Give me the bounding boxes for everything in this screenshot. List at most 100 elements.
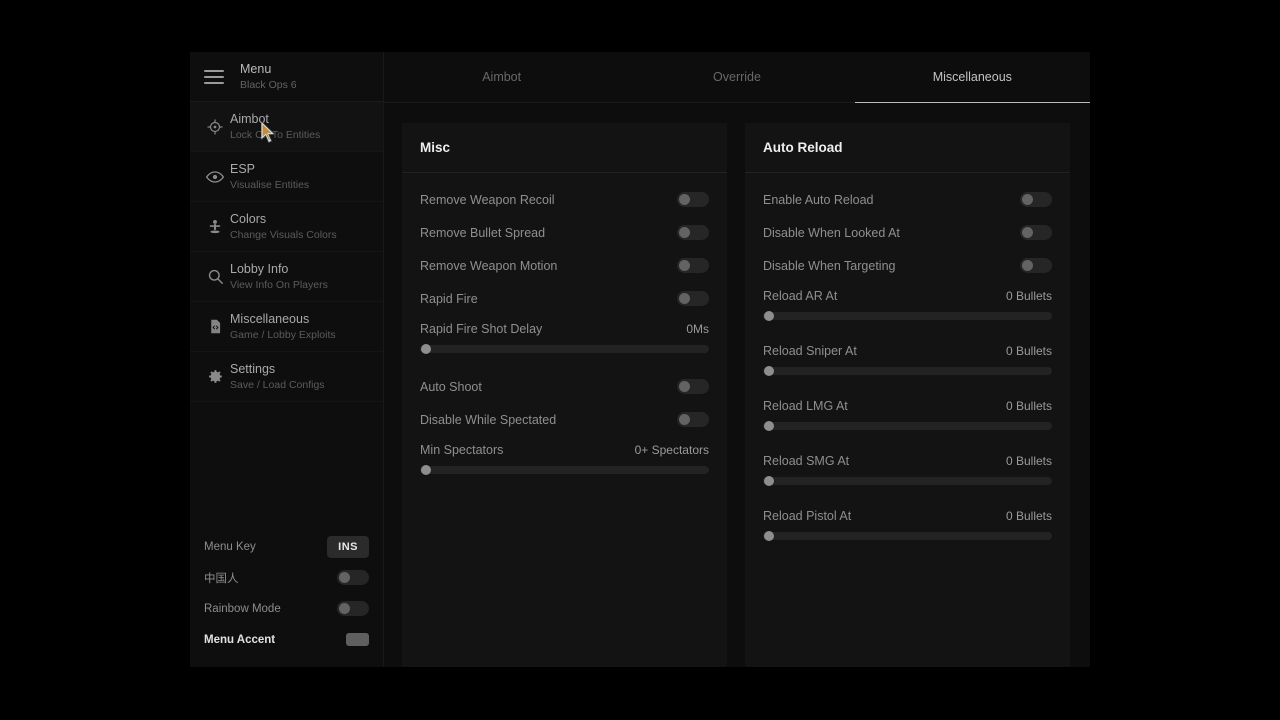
rapid-fire-toggle[interactable]	[677, 291, 709, 306]
tab-aimbot[interactable]: Aimbot	[384, 52, 619, 102]
card-body: Remove Weapon Recoil Remove Bullet Sprea…	[402, 173, 727, 667]
slider-head: Min Spectators 0+ Spectators	[420, 443, 709, 457]
reload-pistol-at-slider[interactable]	[763, 531, 1052, 541]
sidebar-item-sublabel: Visualise Entities	[230, 178, 310, 191]
row-label: Rapid Fire Shot Delay	[420, 322, 543, 336]
sidebar-item-texts: Aimbot Lock On To Entities	[230, 112, 320, 140]
rapid-fire-shot-delay-slider[interactable]	[420, 344, 709, 354]
slider-knob[interactable]	[764, 476, 774, 486]
sidebar-item-aimbot[interactable]: Aimbot Lock On To Entities	[190, 102, 383, 152]
slider-knob[interactable]	[764, 311, 774, 321]
slider-knob[interactable]	[764, 531, 774, 541]
remove-weapon-recoil-toggle[interactable]	[677, 192, 709, 207]
row-label: Min Spectators	[420, 443, 504, 457]
tab-override[interactable]: Override	[619, 52, 854, 102]
row-reload-pistol-at: Reload Pistol At 0 Bullets	[763, 509, 1052, 541]
reload-smg-at-slider[interactable]	[763, 476, 1052, 486]
sidebar: Menu Black Ops 6 Aimbot Lock On To Entit…	[190, 52, 384, 667]
sidebar-item-sublabel: Game / Lobby Exploits	[230, 328, 336, 341]
sidebar-item-miscellaneous[interactable]: Miscellaneous Game / Lobby Exploits	[190, 302, 383, 352]
sidebar-item-texts: Settings Save / Load Configs	[230, 362, 325, 390]
row-disable-when-targeting: Disable When Targeting	[763, 249, 1052, 282]
slider-head: Reload LMG At 0 Bullets	[763, 399, 1052, 413]
chinese-language-toggle[interactable]	[337, 570, 369, 585]
row-label: Rapid Fire	[420, 291, 478, 306]
card-auto-reload: Auto Reload Enable Auto Reload Disable W…	[745, 123, 1070, 667]
slider-knob[interactable]	[421, 344, 431, 354]
row-label: Reload Sniper At	[763, 344, 857, 358]
row-reload-lmg-at: Reload LMG At 0 Bullets	[763, 399, 1052, 431]
row-remove-weapon-recoil: Remove Weapon Recoil	[420, 183, 709, 216]
sidebar-item-esp[interactable]: ESP Visualise Entities	[190, 152, 383, 202]
tab-label: Aimbot	[482, 70, 522, 84]
slider-value: 0 Bullets	[1005, 289, 1052, 303]
rainbow-mode-row: Rainbow Mode	[204, 593, 369, 624]
reload-sniper-at-slider[interactable]	[763, 366, 1052, 376]
row-label: Remove Weapon Motion	[420, 258, 558, 273]
chinese-language-label: 中国人	[204, 572, 239, 585]
sidebar-item-sublabel: View Info On Players	[230, 278, 328, 291]
row-label: Reload LMG At	[763, 399, 848, 413]
enable-auto-reload-toggle[interactable]	[1020, 192, 1052, 207]
eye-icon	[200, 167, 230, 187]
slider-value: 0Ms	[686, 322, 709, 336]
row-enable-auto-reload: Enable Auto Reload	[763, 183, 1052, 216]
row-remove-bullet-spread: Remove Bullet Spread	[420, 216, 709, 249]
disable-when-looked-at-toggle[interactable]	[1020, 225, 1052, 240]
panels-container: Misc Remove Weapon Recoil Remove Bullet …	[384, 103, 1090, 667]
remove-bullet-spread-toggle[interactable]	[677, 225, 709, 240]
disable-while-spectated-toggle[interactable]	[677, 412, 709, 427]
menu-accent-label: Menu Accent	[204, 633, 276, 646]
slider-head: Rapid Fire Shot Delay 0Ms	[420, 322, 709, 336]
sidebar-item-texts: Lobby Info View Info On Players	[230, 262, 328, 290]
slider-knob[interactable]	[764, 421, 774, 431]
row-spacer	[763, 437, 1052, 447]
cheat-menu-window: INTERNAL SANDBOX ONLY Menu Black Ops 6	[190, 52, 1090, 667]
row-label: Disable While Spectated	[420, 412, 557, 427]
row-label: Remove Weapon Recoil	[420, 192, 555, 207]
slider-value: 0 Bullets	[1005, 399, 1052, 413]
chinese-language-row: 中国人	[204, 562, 369, 593]
sidebar-item-texts: Colors Change Visuals Colors	[230, 212, 337, 240]
row-disable-while-spectated: Disable While Spectated	[420, 403, 709, 436]
row-label: Reload Pistol At	[763, 509, 852, 523]
crosshair-icon	[200, 118, 230, 136]
row-spacer	[763, 492, 1052, 502]
sidebar-item-lobby-info[interactable]: Lobby Info View Info On Players	[190, 252, 383, 302]
tab-bar: Aimbot Override Miscellaneous	[384, 52, 1090, 103]
min-spectators-slider[interactable]	[420, 465, 709, 475]
tab-miscellaneous[interactable]: Miscellaneous	[854, 52, 1090, 103]
gear-icon	[200, 367, 230, 386]
sidebar-item-sublabel: Change Visuals Colors	[230, 228, 337, 241]
row-reload-ar-at: Reload AR At 0 Bullets	[763, 289, 1052, 321]
hamburger-icon[interactable]	[204, 69, 224, 84]
menu-key-badge[interactable]: INS	[327, 535, 369, 558]
row-label: Reload SMG At	[763, 454, 850, 468]
row-rapid-fire: Rapid Fire	[420, 282, 709, 315]
card-misc: Misc Remove Weapon Recoil Remove Bullet …	[402, 123, 727, 667]
menu-key-row: Menu Key INS	[204, 531, 369, 562]
card-title: Misc	[402, 123, 727, 173]
sidebar-item-colors[interactable]: Colors Change Visuals Colors	[190, 202, 383, 252]
remove-weapon-motion-toggle[interactable]	[677, 258, 709, 273]
sidebar-item-label: Settings	[230, 362, 276, 377]
disable-when-targeting-toggle[interactable]	[1020, 258, 1052, 273]
code-file-icon	[200, 318, 230, 335]
reload-ar-at-slider[interactable]	[763, 311, 1052, 321]
slider-head: Reload Pistol At 0 Bullets	[763, 509, 1052, 523]
row-auto-shoot: Auto Shoot	[420, 370, 709, 403]
slider-knob[interactable]	[421, 465, 431, 475]
menu-subtitle: Black Ops 6	[240, 78, 297, 91]
reload-lmg-at-slider[interactable]	[763, 421, 1052, 431]
sidebar-bottom-controls: Menu Key INS 中国人 Rainbow Mode Menu Accen…	[190, 531, 383, 667]
row-spacer	[763, 382, 1052, 392]
rainbow-mode-toggle[interactable]	[337, 601, 369, 616]
slider-knob[interactable]	[764, 366, 774, 376]
auto-shoot-toggle[interactable]	[677, 379, 709, 394]
row-label: Enable Auto Reload	[763, 192, 874, 207]
sidebar-item-settings[interactable]: Settings Save / Load Configs	[190, 352, 383, 402]
sidebar-item-label: ESP	[230, 162, 256, 177]
row-rapid-fire-shot-delay: Rapid Fire Shot Delay 0Ms	[420, 322, 709, 354]
menu-accent-color-swatch[interactable]	[346, 633, 369, 646]
